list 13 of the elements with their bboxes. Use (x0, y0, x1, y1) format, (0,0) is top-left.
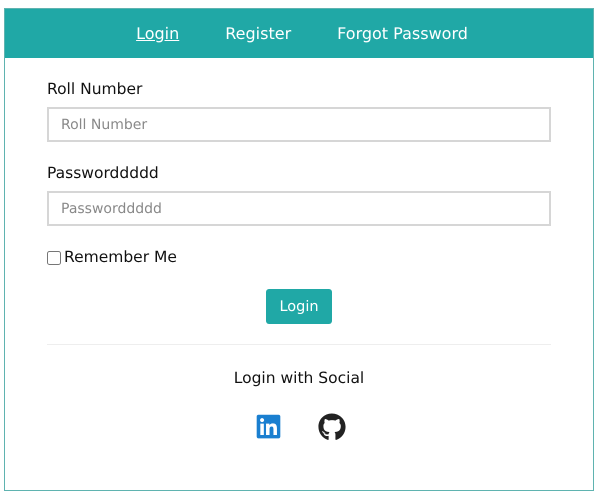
github-icon[interactable] (318, 413, 346, 441)
linkedin-icon[interactable] (254, 413, 282, 440)
nav-tab[interactable]: Forgot Password (337, 24, 468, 43)
input-field[interactable]: Passworddddd (47, 191, 551, 226)
nav-tab[interactable]: Login (136, 24, 180, 43)
social-heading: Login with Social (234, 369, 364, 387)
input-field[interactable]: Roll Number (47, 107, 551, 142)
field-label: Passworddddd (47, 164, 160, 182)
nav-tab[interactable]: Register (225, 24, 292, 43)
login-button[interactable]: Login (266, 289, 332, 324)
remember-label: Remember Me (64, 248, 177, 266)
remember-checkbox[interactable] (47, 251, 61, 265)
field-label: Roll Number (47, 80, 144, 98)
